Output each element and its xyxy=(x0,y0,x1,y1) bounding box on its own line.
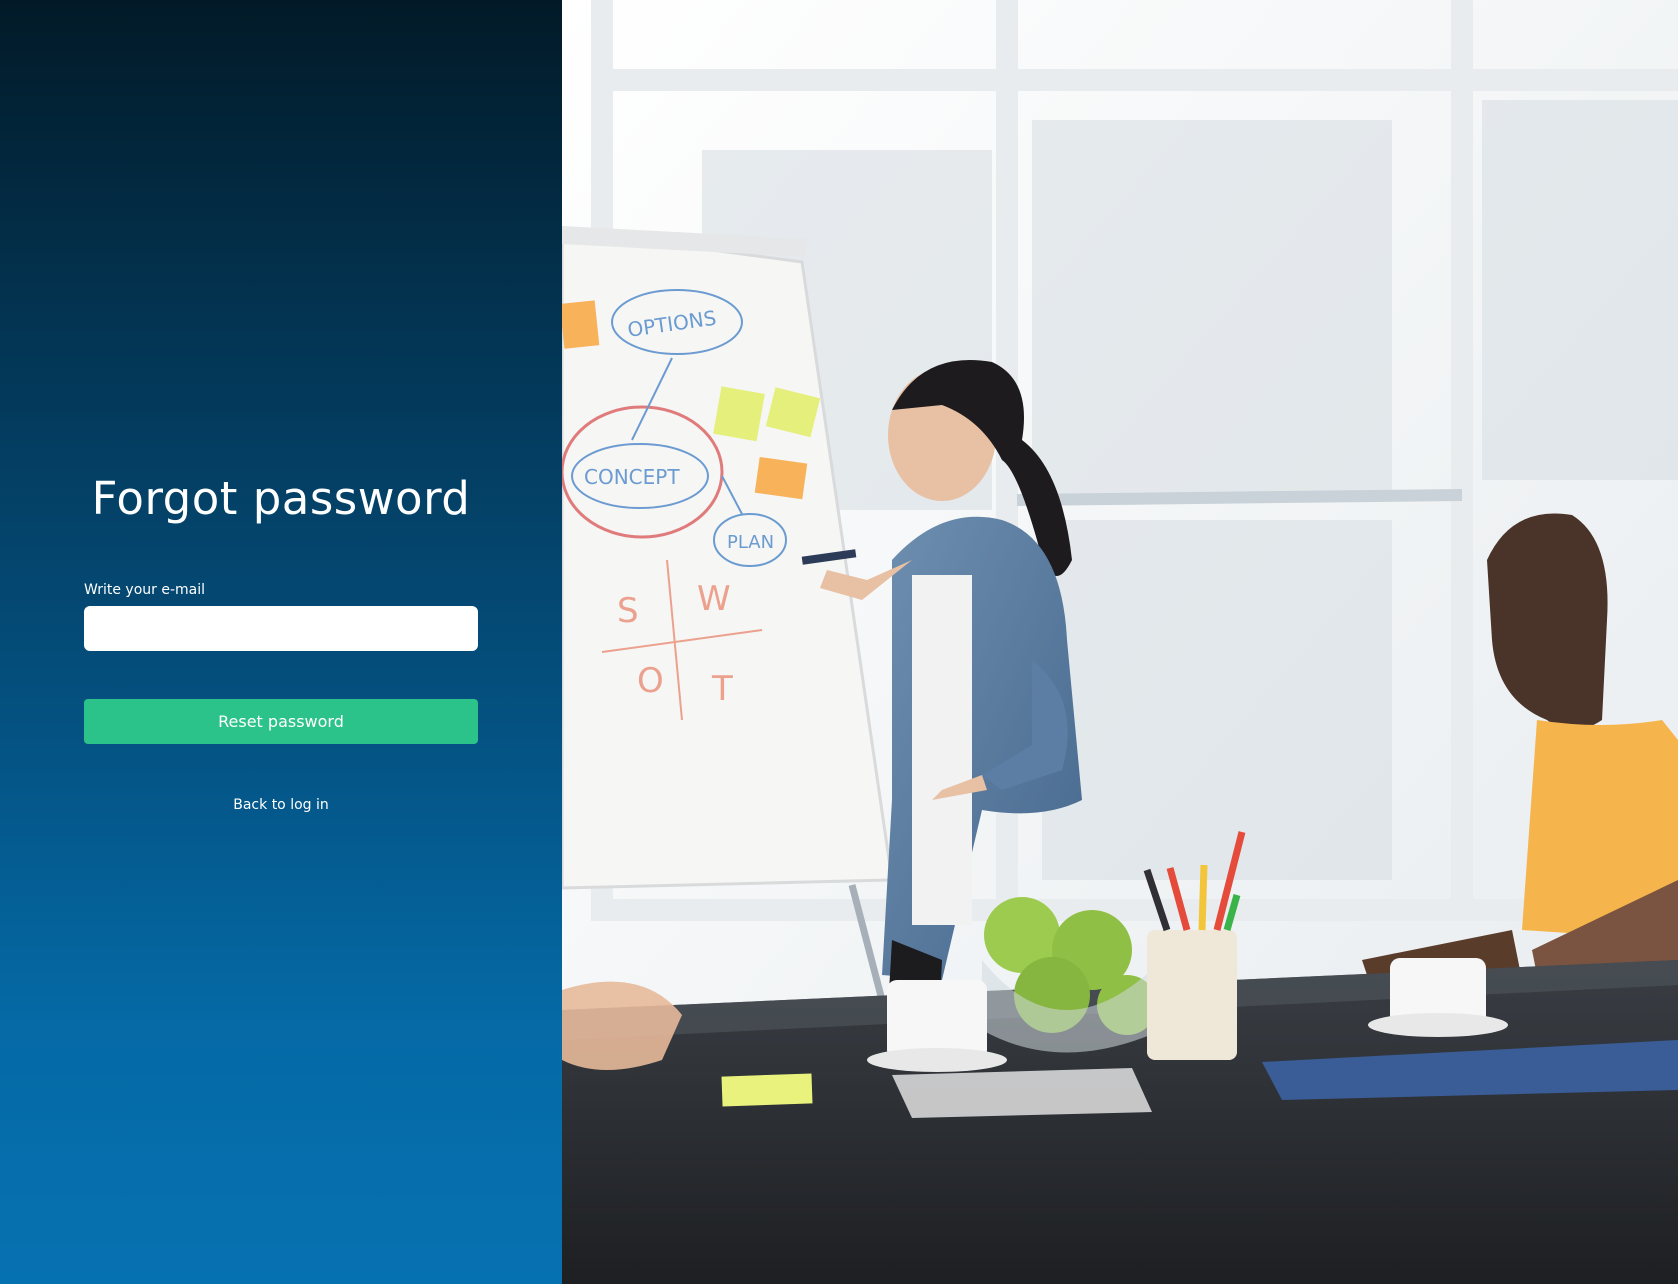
email-input[interactable] xyxy=(84,606,478,651)
page-title: Forgot password xyxy=(91,472,471,525)
flipchart-text-t: T xyxy=(711,669,733,709)
office-meeting-photo: OPTIONS CONCEPT PLAN S W O T xyxy=(562,0,1678,1284)
flipchart-text-s: S xyxy=(617,591,639,631)
background-photo: OPTIONS CONCEPT PLAN S W O T xyxy=(562,0,1678,1284)
reset-password-button[interactable]: Reset password xyxy=(84,699,478,744)
email-label: Write your e-mail xyxy=(84,582,206,598)
form-panel: Forgot password Write your e-mail Reset … xyxy=(0,0,562,1284)
flipchart-text-plan: PLAN xyxy=(727,532,774,553)
flipchart-text-o: O xyxy=(637,661,664,701)
flipchart-text-w: W xyxy=(697,579,731,619)
forgot-password-page: Forgot password Write your e-mail Reset … xyxy=(0,0,1678,1284)
flipchart-text-concept: CONCEPT xyxy=(584,465,680,489)
back-to-login-link[interactable]: Back to log in xyxy=(0,797,562,813)
